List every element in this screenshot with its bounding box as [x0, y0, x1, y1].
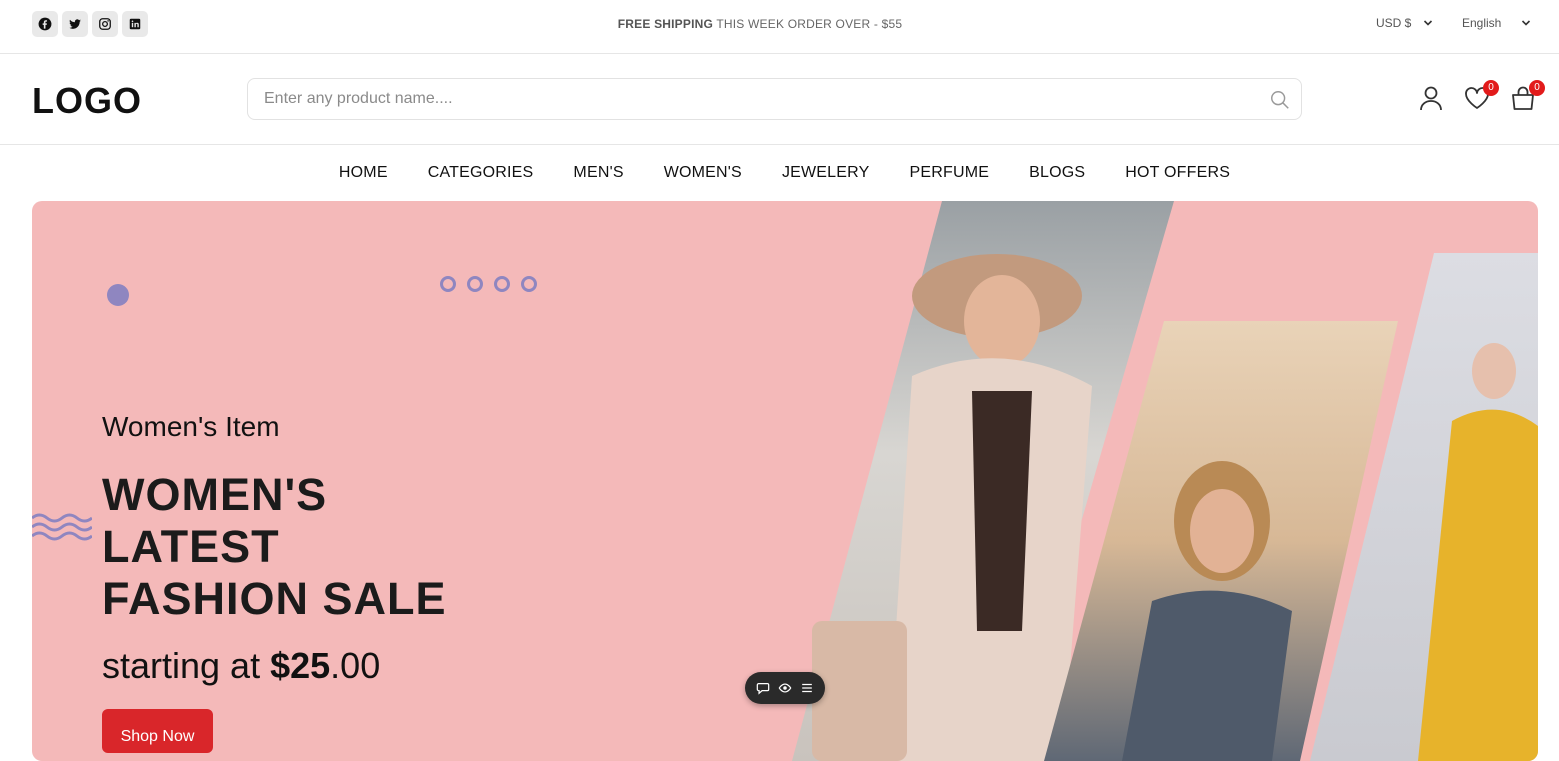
site-logo[interactable]: LOGO	[32, 80, 142, 122]
main-header: LOGO 0 0	[0, 54, 1559, 145]
hero-headline: WOMEN'S LATEST FASHION SALE	[102, 469, 447, 625]
menu-icon[interactable]	[800, 681, 814, 695]
nav-item-womens[interactable]: WOMEN'S	[664, 164, 742, 182]
user-icon	[1420, 86, 1442, 111]
search-bar	[247, 78, 1302, 120]
chevron-down-icon	[1424, 20, 1433, 26]
hero-headline-line: LATEST	[102, 521, 280, 572]
floating-toolbar	[745, 672, 825, 704]
nav-item-home[interactable]: HOME	[339, 164, 388, 182]
nav-item-perfume[interactable]: PERFUME	[910, 164, 990, 182]
language-select[interactable]: English	[1462, 16, 1531, 30]
hero-fashion-collage	[792, 201, 1538, 761]
search-icon[interactable]	[1269, 89, 1291, 111]
main-nav: HOME CATEGORIES MEN'S WOMEN'S JEWELERY P…	[0, 145, 1559, 201]
price-amount: $25	[270, 645, 331, 686]
nav-item-jewelery[interactable]: JEWELERY	[782, 164, 870, 182]
nav-item-blogs[interactable]: BLOGS	[1029, 164, 1085, 182]
language-label: English	[1462, 16, 1502, 30]
search-input[interactable]	[248, 79, 1228, 119]
wishlist-count-badge: 0	[1483, 80, 1499, 96]
chevron-down-icon	[1522, 20, 1531, 26]
shop-now-button[interactable]: Shop Now	[102, 709, 213, 753]
chat-bubble-icon[interactable]	[756, 681, 770, 695]
account-button[interactable]	[1417, 84, 1445, 112]
decorative-ring	[440, 276, 456, 292]
hero-headline-line: WOMEN'S	[102, 469, 328, 520]
decorative-dot	[107, 284, 129, 306]
nav-item-categories[interactable]: CATEGORIES	[428, 164, 534, 182]
price-cents: .00	[330, 645, 381, 686]
eye-icon[interactable]	[778, 681, 792, 695]
nav-item-mens[interactable]: MEN'S	[573, 164, 623, 182]
decorative-ring	[521, 276, 537, 292]
hero-headline-line: FASHION SALE	[102, 573, 447, 624]
wishlist-button[interactable]: 0	[1463, 80, 1499, 112]
currency-label: USD $	[1376, 16, 1412, 30]
hero-banner: Women's Item WOMEN'S LATEST FASHION SALE…	[32, 201, 1538, 761]
shipping-bold: FREE SHIPPING	[617, 17, 714, 31]
cart-button[interactable]: 0	[1509, 80, 1545, 112]
decorative-waves	[32, 513, 92, 541]
shipping-announcement: FREE SHIPPING THIS WEEK ORDER OVER - $55	[0, 17, 1520, 31]
decorative-rings	[440, 276, 537, 292]
decorative-ring	[494, 276, 510, 292]
nav-item-hot-offers[interactable]: HOT OFFERS	[1125, 164, 1230, 182]
decorative-ring	[467, 276, 483, 292]
cart-count-badge: 0	[1529, 80, 1545, 96]
hero-price-line: starting at $25.00	[102, 645, 380, 687]
price-prefix: starting at	[102, 645, 271, 686]
hero-eyebrow: Women's Item	[102, 411, 280, 442]
shipping-text: THIS WEEK ORDER OVER - $55	[713, 17, 903, 31]
currency-select[interactable]: USD $	[1376, 16, 1433, 30]
top-bar: FREE SHIPPING THIS WEEK ORDER OVER - $55…	[0, 0, 1559, 54]
